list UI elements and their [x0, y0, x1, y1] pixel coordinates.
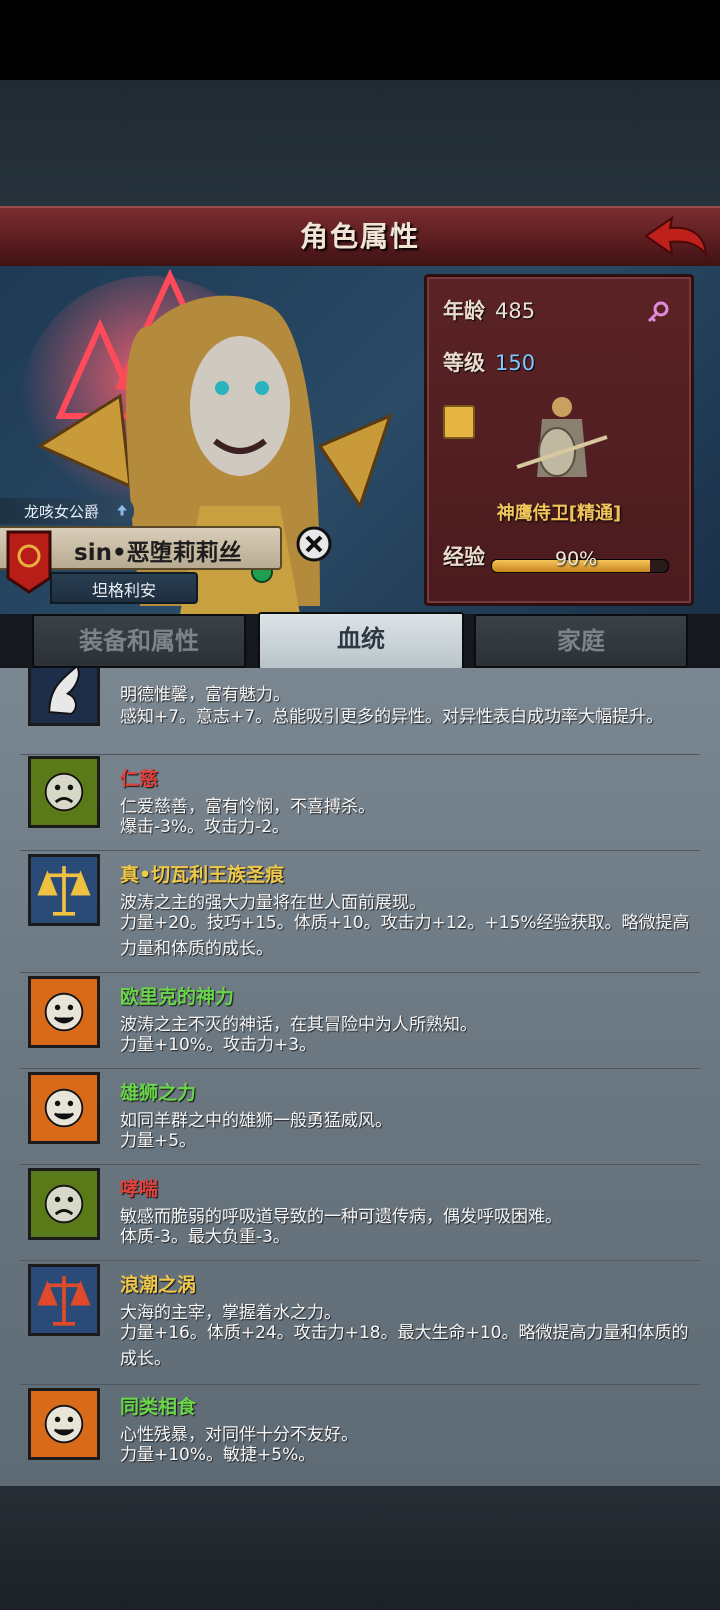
trait-name: 欧里克的神力: [120, 986, 235, 1008]
trait-name: 同类相食: [120, 1396, 197, 1418]
unit-rank-icon: [443, 405, 475, 439]
trait-name: 仁慈: [120, 768, 159, 790]
trait-name: 浪潮之涡: [120, 1274, 197, 1296]
title-bar: 角色属性: [0, 206, 720, 268]
sad-face-icon: [28, 1168, 100, 1240]
tab-equipment[interactable]: 装备和属性: [32, 614, 246, 668]
page-title: 角色属性: [299, 220, 420, 253]
sad-face-icon: [28, 756, 100, 828]
exp-label: 经验: [443, 545, 485, 569]
level-label: 等级: [443, 351, 485, 375]
house-name: 坦格利安: [91, 581, 156, 600]
happy-face-icon: [28, 1072, 100, 1144]
age-label: 年龄: [443, 299, 485, 323]
divider: [20, 1260, 700, 1261]
divider: [20, 972, 700, 973]
house-plate: 坦格利安: [50, 572, 198, 604]
red-scales-icon: [28, 1264, 100, 1336]
tab-bloodline[interactable]: 血统: [258, 612, 464, 670]
trait-name: 真•切瓦利王族圣痕: [120, 864, 285, 886]
tab-family[interactable]: 家庭: [474, 614, 688, 668]
gold-scales-icon: [28, 854, 100, 926]
unit-name: 神鹰侍卫[精通]: [496, 503, 622, 524]
tab-bar: 装备和属性 血统 家庭: [0, 612, 720, 670]
back-arrow-icon[interactable]: [642, 214, 710, 260]
age-value: 485: [495, 299, 536, 323]
character-name: sin•恶堕莉莉丝: [74, 540, 242, 566]
divider: [20, 1164, 700, 1165]
trait-effect: 力量+5。: [120, 1131, 197, 1151]
level-value: 150: [495, 351, 536, 375]
divider: [20, 1384, 700, 1385]
exp-percent: 90%: [555, 548, 598, 570]
trait-effect: 力量+16。体质+24。攻击力+18。最大生命+10。略微提高力量和体质的成长。: [120, 1323, 689, 1369]
trait-name: 哮喘: [120, 1178, 159, 1200]
trait-effect: 体质-3。最大负重-3。: [120, 1227, 290, 1247]
character-title-label: 龙咳女公爵: [24, 503, 100, 521]
age-row: 年龄 485: [443, 295, 535, 325]
house-shield-icon: [6, 530, 52, 594]
trait-effect: 力量+10%。敏捷+5%。: [120, 1445, 316, 1465]
trait-list[interactable]: 明德惟馨，富有魅力。 感知+7。意志+7。总能吸引更多的异性。对异性表白成功率大…: [0, 668, 720, 1486]
arm-icon: [28, 668, 100, 726]
divider: [20, 1068, 700, 1069]
female-icon: [647, 301, 669, 323]
trait-effect: 力量+20。技巧+15。体质+10。攻击力+12。+15%经验获取。略微提高力量…: [120, 913, 690, 959]
happy-face-icon: [28, 1388, 100, 1460]
trait-name: 雄狮之力: [120, 1082, 197, 1104]
top-banner-area: [0, 80, 720, 206]
trait-effect: 感知+7。意志+7。总能吸引更多的异性。对异性表白成功率大幅提升。: [120, 707, 664, 727]
bottom-area: [0, 1486, 720, 1610]
divider: [20, 850, 700, 851]
divider: [20, 754, 700, 755]
rank-up-icon: [114, 503, 130, 517]
level-row: 等级 150: [443, 347, 535, 377]
trait-desc: 明德惟馨，富有魅力。: [120, 685, 290, 705]
stats-panel: 年龄 485 等级 150 神鹰侍卫[精通] 经验 90%: [424, 274, 694, 606]
close-icon[interactable]: [296, 526, 332, 562]
happy-face-icon: [28, 976, 100, 1048]
unit-figure: [516, 397, 608, 477]
trait-effect: 爆击-3%。攻击力-2。: [120, 817, 290, 837]
trait-effect: 力量+10%。攻击力+3。: [120, 1035, 317, 1055]
